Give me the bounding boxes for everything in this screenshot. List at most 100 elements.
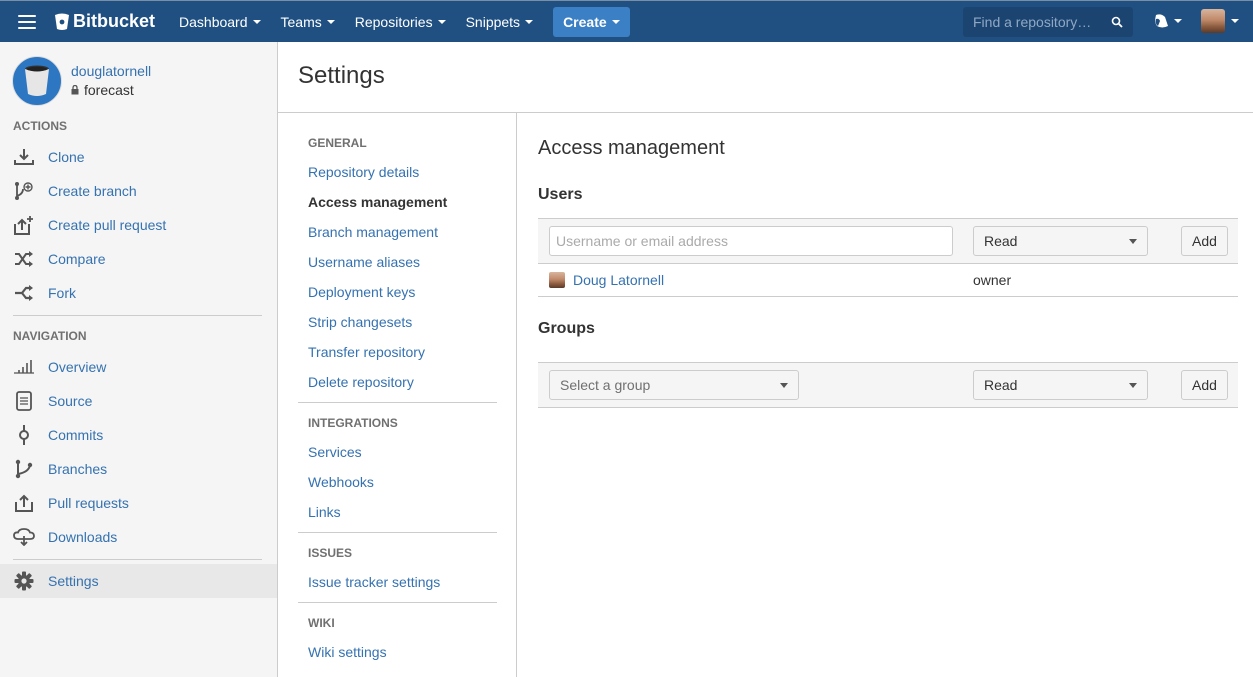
nav-snippets[interactable]: Snippets (456, 1, 543, 43)
sidebar-item-fork[interactable]: Fork (0, 276, 277, 310)
nav-teams-label: Teams (280, 13, 322, 30)
gear-icon (13, 570, 35, 592)
actions-section-title: ACTIONS (13, 119, 67, 133)
sidebar-item-commits[interactable]: Commits (0, 418, 277, 452)
sidebar-item-label: Fork (48, 285, 76, 301)
help-menu[interactable] (1153, 13, 1182, 29)
settings-link-issue-tracker-settings[interactable]: Issue tracker settings (308, 574, 440, 590)
sidebar-item-source[interactable]: Source (0, 384, 277, 418)
sidebar-item-label: Settings (48, 573, 99, 589)
clone-icon (13, 146, 35, 168)
sidebar-item-settings[interactable]: Settings (0, 564, 277, 598)
lock-icon (71, 85, 79, 95)
settings-link-repository-details[interactable]: Repository details (308, 164, 419, 180)
nav-teams[interactable]: Teams (271, 1, 345, 43)
sidebar-item-label: Create branch (48, 183, 137, 199)
sidebar-item-label: Branches (48, 461, 108, 477)
sidebar-item-overview[interactable]: Overview (0, 350, 277, 384)
chevron-down-icon (1129, 238, 1137, 244)
chevron-down-icon (1129, 382, 1137, 388)
create-pull-request-icon (13, 214, 35, 236)
settings-link-deployment-keys[interactable]: Deployment keys (308, 284, 415, 300)
brand-name: Bitbucket (73, 11, 156, 31)
sidebar-item-label: Source (48, 393, 93, 409)
user-avatar (1201, 9, 1225, 33)
group-select[interactable]: Select a group (549, 370, 799, 400)
nav-dashboard-label: Dashboard (179, 13, 248, 30)
settings-link-webhooks[interactable]: Webhooks (308, 474, 374, 490)
nav-dashboard[interactable]: Dashboard (169, 1, 271, 43)
search-icon[interactable] (1111, 16, 1123, 28)
create-label: Create (563, 13, 607, 30)
users-heading: Users (538, 186, 583, 203)
chevron-down-icon (1231, 19, 1239, 23)
fork-icon (13, 282, 35, 304)
group-permission-value: Read (984, 377, 1018, 393)
user-name-link[interactable]: Doug Latornell (573, 272, 664, 288)
compare-icon (13, 248, 35, 270)
settings-link-username-aliases[interactable]: Username aliases (308, 254, 420, 270)
hamburger-icon[interactable] (18, 14, 36, 29)
group-permission-select[interactable]: Read (973, 370, 1148, 400)
user-row: Doug Latornell owner (538, 264, 1238, 297)
commits-icon (13, 424, 35, 446)
repository-owner-link[interactable]: douglatornell (71, 62, 151, 80)
sidebar-item-label: Compare (48, 251, 106, 267)
user-avatar-menu[interactable] (1201, 9, 1239, 33)
sidebar-item-downloads[interactable]: Downloads (0, 520, 277, 554)
nav-repositories-label: Repositories (354, 13, 433, 30)
add-group-button[interactable]: Add (1181, 370, 1228, 400)
create-button[interactable]: Create (553, 6, 630, 37)
overview-icon (13, 356, 35, 378)
settings-nav-divider (298, 402, 497, 403)
bitbucket-logo[interactable]: Bitbucket (54, 11, 155, 32)
help-bubble-icon (1155, 14, 1168, 28)
sidebar-item-clone[interactable]: Clone (0, 140, 277, 174)
chevron-down-icon (252, 19, 261, 24)
user-permission-select[interactable]: Read (973, 226, 1148, 256)
section-title: Access management (538, 137, 725, 159)
pull-requests-icon (13, 492, 35, 514)
repository-avatar[interactable] (12, 56, 62, 106)
sidebar-item-pull-requests[interactable]: Pull requests (0, 486, 277, 520)
settings-link-services[interactable]: Services (308, 444, 362, 460)
settings-link-access-management[interactable]: Access management (308, 194, 447, 210)
settings-nav-divider (298, 602, 497, 603)
settings-link-strip-changesets[interactable]: Strip changesets (308, 314, 412, 330)
repository-search[interactable]: Find a repository… (963, 7, 1133, 37)
settings-link-transfer-repository[interactable]: Transfer repository (308, 344, 425, 360)
group-select-placeholder: Select a group (560, 377, 651, 393)
bitbucket-bucket-icon (55, 13, 69, 30)
settings-link-delete-repository[interactable]: Delete repository (308, 374, 414, 390)
settings-section-general: GENERAL (308, 136, 367, 150)
sidebar-item-branches[interactable]: Branches (0, 452, 277, 486)
sidebar-divider (13, 315, 262, 316)
sidebar-item-create-pull-request[interactable]: Create pull request (0, 208, 277, 242)
branches-icon (13, 458, 35, 480)
username-or-email-input[interactable] (549, 226, 953, 256)
sidebar-item-label: Clone (48, 149, 85, 165)
chevron-down-icon (525, 19, 534, 24)
repository-sidebar: douglatornell forecast ACTIONS Clone Cre… (0, 42, 278, 677)
chevron-down-icon (437, 19, 446, 24)
top-navigation-bar: Bitbucket Dashboard Teams Repositories S… (0, 0, 1253, 42)
settings-link-wiki-settings[interactable]: Wiki settings (308, 644, 387, 660)
sidebar-item-create-branch[interactable]: Create branch (0, 174, 277, 208)
sidebar-item-compare[interactable]: Compare (0, 242, 277, 276)
bucket-icon (25, 65, 49, 96)
create-branch-icon (13, 180, 35, 202)
navigation-section-title: NAVIGATION (13, 329, 87, 343)
sidebar-item-label: Create pull request (48, 217, 167, 233)
chevron-down-icon (780, 382, 788, 388)
sidebar-item-label: Downloads (48, 529, 118, 545)
settings-link-branch-management[interactable]: Branch management (308, 224, 438, 240)
settings-nav-divider (298, 532, 497, 533)
repository-name[interactable]: forecast (84, 80, 134, 100)
settings-section-issues: ISSUES (308, 546, 353, 560)
settings-link-links[interactable]: Links (308, 504, 341, 520)
settings-section-wiki: WIKI (308, 616, 335, 630)
groups-heading: Groups (538, 320, 595, 337)
search-input[interactable]: Find a repository… (973, 14, 1111, 30)
add-user-button[interactable]: Add (1181, 226, 1228, 256)
nav-repositories[interactable]: Repositories (345, 1, 456, 43)
